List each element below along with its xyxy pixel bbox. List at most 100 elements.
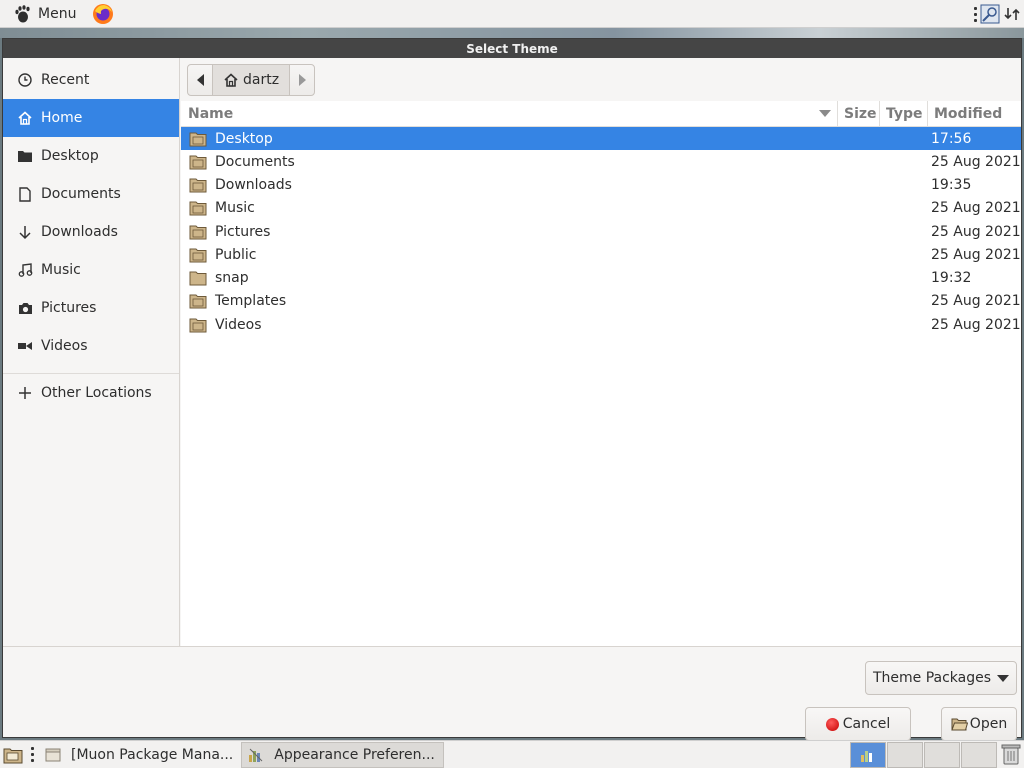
column-header-label: Modified [934,105,1003,122]
places-sidebar: Recent Home Desktop Documents Downloads [3,58,180,646]
folder-icon [17,148,33,164]
file-row[interactable]: snap 19:32 [181,267,1021,290]
cancel-button[interactable]: Cancel [805,707,911,741]
menu-button[interactable]: Menu [0,0,84,28]
sidebar-item-desktop[interactable]: Desktop [3,137,179,175]
video-icon [17,338,33,354]
trash-icon[interactable] [1001,743,1021,765]
dialog-action-area: Theme Packages Cancel Open [3,646,1021,741]
stop-icon [825,717,839,731]
network-icon[interactable] [1002,4,1022,24]
document-icon [17,186,33,202]
plus-icon [17,385,33,401]
folder-icon [189,178,207,193]
chevron-left-icon [196,73,204,86]
column-header-name[interactable]: Name [181,101,837,127]
file-name: Pictures [215,223,271,240]
task-label: Appearance Preferen... [274,746,435,763]
path-back-button[interactable] [187,63,213,96]
vertical-dots-icon[interactable] [972,5,978,23]
column-header-modified[interactable]: Modified [927,100,1021,127]
sidebar-item-pictures[interactable]: Pictures [3,289,179,327]
sidebar-item-label: Videos [41,338,88,354]
tray-area [972,0,1024,28]
task-label: [Muon Package Mana... [71,746,234,763]
home-icon [224,72,238,87]
workspace-1[interactable] [850,742,886,768]
file-name: Downloads [215,177,292,194]
column-header-size[interactable]: Size [837,100,879,127]
desktop-background [0,28,1024,38]
file-browser: dartz Name Size Type Modified Desktop 17… [181,58,1021,646]
open-button[interactable]: Open [941,707,1017,741]
file-row[interactable]: Public 25 Aug 2021 [181,243,1021,266]
sidebar-item-label: Home [41,110,83,126]
file-row[interactable]: Music 25 Aug 2021 [181,197,1021,220]
file-row[interactable]: Pictures 25 Aug 2021 [181,220,1021,243]
sidebar-item-label: Recent [41,72,90,88]
folder-icon [189,155,207,170]
appearance-icon [861,751,872,762]
file-row[interactable]: Documents 25 Aug 2021 [181,150,1021,173]
folder-icon [189,225,207,240]
menu-label: Menu [38,5,77,22]
file-name: Documents [215,153,295,170]
workspace-3[interactable] [924,742,960,768]
package-icon [45,748,61,761]
column-header-row: Name Size Type Modified [181,100,1021,127]
appearance-icon [249,748,263,762]
camera-icon [17,300,33,316]
file-filter-dropdown[interactable]: Theme Packages [865,661,1017,695]
show-desktop-icon[interactable] [3,746,23,764]
sidebar-item-other-locations[interactable]: Other Locations [3,374,179,412]
sidebar-item-recent[interactable]: Recent [3,61,179,99]
column-header-label: Size [844,105,877,122]
path-forward-button[interactable] [289,63,316,96]
chevron-right-icon [298,73,306,86]
file-name: Public [215,246,257,263]
file-name: Music [215,200,255,217]
file-modified: 25 Aug 2021 [931,316,1021,333]
sort-descending-icon [819,109,831,117]
music-note-icon [17,262,33,278]
firefox-icon[interactable] [92,3,114,25]
home-icon [17,110,33,126]
file-modified: 25 Aug 2021 [931,223,1021,240]
file-chooser-dialog: Select Theme Recent Home Desktop Documen… [2,38,1022,741]
vertical-dots-icon[interactable] [29,746,35,764]
download-arrow-icon [17,224,33,240]
file-modified: 25 Aug 2021 [931,246,1021,263]
folder-icon [189,132,207,147]
path-home-button[interactable]: dartz [213,63,290,96]
magnifier-icon[interactable] [980,4,1000,24]
sidebar-item-videos[interactable]: Videos [3,327,179,365]
dialog-title: Select Theme [466,41,558,56]
sidebar-item-documents[interactable]: Documents [3,175,179,213]
file-modified: 17:56 [931,130,972,147]
folder-icon [189,271,207,286]
open-folder-icon [951,718,968,731]
file-modified: 25 Aug 2021 [931,153,1021,170]
file-row[interactable]: Downloads 19:35 [181,174,1021,197]
taskbar-task-appearance[interactable]: Appearance Preferen... [241,741,444,768]
sidebar-item-home[interactable]: Home [3,99,179,137]
workspace-2[interactable] [887,742,923,768]
workspace-4[interactable] [961,742,997,768]
folder-icon [189,294,207,309]
file-modified: 19:32 [931,270,972,287]
file-row[interactable]: Videos 25 Aug 2021 [181,313,1021,336]
taskbar-task-muon[interactable]: [Muon Package Mana... [39,742,241,768]
sidebar-item-downloads[interactable]: Downloads [3,213,179,251]
file-row[interactable]: Desktop 17:56 [181,127,1021,151]
sidebar-item-label: Desktop [41,148,99,164]
file-name: Videos [215,316,262,333]
file-modified: 19:35 [931,177,972,194]
sidebar-item-music[interactable]: Music [3,251,179,289]
file-name: Templates [215,293,287,310]
column-header-type[interactable]: Type [879,100,927,127]
open-label: Open [969,716,1008,732]
file-modified: 25 Aug 2021 [931,293,1021,310]
file-modified: 25 Aug 2021 [931,200,1021,217]
file-row[interactable]: Templates 25 Aug 2021 [181,290,1021,313]
dialog-titlebar[interactable]: Select Theme [3,39,1021,58]
